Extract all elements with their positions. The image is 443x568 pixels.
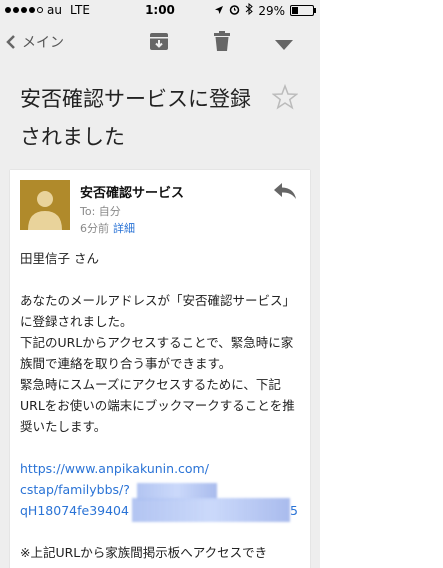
message-body: 田里信子 さん あなたのメールアドレスが「安否確認サービス」に登録されました。 … [20, 248, 304, 563]
url-line-3: qH18074fe39404 [20, 503, 129, 518]
person-icon [28, 191, 62, 230]
sender-name: 安否確認サービス [80, 186, 185, 201]
location-icon [214, 4, 224, 18]
reply-button[interactable] [273, 182, 297, 204]
status-right: 29% [214, 2, 316, 18]
paragraph-note: ※上記URLから家族間掲示板へアクセスでき [20, 545, 268, 560]
star-icon [271, 83, 299, 110]
recipient: To: 自分 [80, 205, 121, 218]
url-line-1: https://www.anpikakunin.com/ [20, 461, 209, 476]
chevron-left-icon [6, 35, 15, 49]
email-subject: 安否確認サービスに登録されました [20, 87, 251, 149]
back-label: メイン [22, 35, 64, 51]
battery-icon [290, 5, 316, 16]
redacted-mosaic [132, 498, 290, 522]
more-button[interactable] [274, 36, 294, 55]
url-line-3-tail: 5 [290, 503, 298, 518]
reply-icon [274, 183, 296, 199]
paragraph-bookmark: 緊急時にスムーズにアクセスするために、下記URLをお使いの端末にブックマークする… [20, 377, 295, 434]
bluetooth-icon [245, 2, 254, 18]
archive-button[interactable] [148, 30, 170, 56]
status-bar: au LTE 1:00 29% [0, 0, 320, 20]
message-card: 安否確認サービス To: 自分 6分前 詳細 田里信子 さん あなたのメールアドレ… [10, 170, 310, 568]
url-link[interactable]: https://www.anpikakunin.com/ cstap/famil… [20, 458, 304, 522]
archive-icon [150, 33, 168, 50]
trash-icon [214, 31, 230, 51]
phone-screen: au LTE 1:00 29% メイン 安否確認サービスに登録されました 安否確… [0, 0, 320, 568]
back-button[interactable]: メイン [6, 32, 64, 52]
subject-area: 安否確認サービスに登録されました [20, 80, 310, 156]
toolbar: メイン [0, 20, 320, 64]
time-label: 6分前 [80, 222, 109, 235]
details-link[interactable]: 詳細 [113, 222, 135, 235]
avatar[interactable] [20, 180, 70, 230]
alarm-icon [229, 4, 240, 18]
delete-button[interactable] [212, 30, 232, 56]
url-line-2: cstap/familybbs/? [20, 482, 130, 497]
chevron-down-icon [275, 40, 293, 50]
paragraph-access: 下記のURLからアクセスすることで、緊急時に家族間で連絡を取り合う事ができます。 [20, 335, 294, 371]
paragraph-registered: あなたのメールアドレスが「安否確認サービス」に登録されました。 [20, 293, 296, 329]
star-button[interactable] [271, 83, 299, 114]
timestamp: 6分前 詳細 [80, 220, 135, 236]
battery-percent: 29% [258, 3, 285, 18]
greeting: 田里信子 さん [20, 251, 99, 266]
